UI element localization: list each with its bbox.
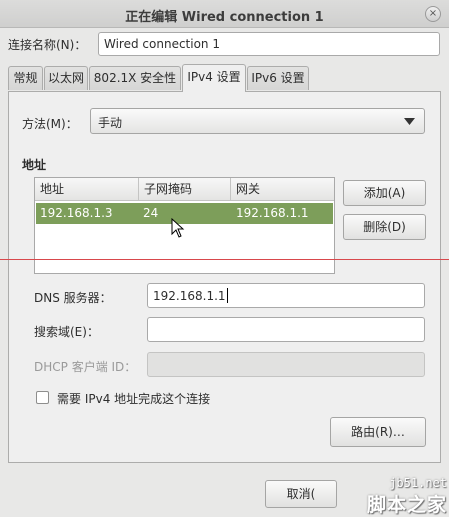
triangle-down-icon <box>404 118 415 125</box>
cell-netmask: 24 <box>143 206 159 220</box>
mouse-pointer-icon <box>171 218 185 238</box>
column-header-gateway[interactable]: 网关 <box>231 178 334 201</box>
dhcp-client-id-input <box>147 352 425 377</box>
cell-gateway: 192.168.1.1 <box>236 206 309 220</box>
tab-general[interactable]: 常规 <box>8 66 43 90</box>
ipv4-settings-panel <box>8 91 441 463</box>
tab-8021x-security[interactable]: 802.1X 安全性 <box>89 66 181 90</box>
tab-ipv4-settings[interactable]: IPv4 设置 <box>182 64 246 92</box>
tab-ethernet[interactable]: 以太网 <box>44 66 88 90</box>
cancel-button[interactable]: 取消( <box>265 480 337 508</box>
method-combo[interactable]: 手动 <box>90 108 425 134</box>
connection-name-value: Wired connection 1 <box>104 37 220 51</box>
title-bar: 正在编辑 Wired connection 1 × <box>0 0 449 28</box>
watermark-brand: 脚本之家 <box>366 494 447 516</box>
require-ipv4-checkbox[interactable] <box>36 391 49 404</box>
dhcp-client-id-label: DHCP 客户端 ID： <box>34 360 137 374</box>
dns-input[interactable]: 192.168.1.1 <box>147 283 425 308</box>
require-ipv4-label[interactable]: 需要 IPv4 地址完成这个连接 <box>57 390 210 407</box>
window-title: 正在编辑 Wired connection 1 <box>125 10 324 25</box>
cell-address: 192.168.1.3 <box>40 206 113 220</box>
method-label: 方法(M)： <box>22 117 78 131</box>
watermark: jb51.net 脚本之家 <box>367 476 447 517</box>
dns-value: 192.168.1.1 <box>153 288 226 303</box>
search-domain-label: 搜索域(E)： <box>34 325 99 339</box>
routes-button[interactable]: 路由(R)… <box>330 417 426 447</box>
dns-label: DNS 服务器： <box>34 291 112 305</box>
connection-name-input[interactable]: Wired connection 1 <box>98 32 440 56</box>
column-header-netmask[interactable]: 子网掩码 <box>139 178 231 201</box>
tab-ipv6-settings[interactable]: IPv6 设置 <box>247 66 309 90</box>
address-section-label: 地址 <box>22 158 47 172</box>
connection-name-label: 连接名称(N)： <box>8 38 87 52</box>
close-icon[interactable]: × <box>425 6 441 22</box>
text-caret <box>226 288 228 303</box>
watermark-url: jb51.net <box>389 476 447 490</box>
marker-line <box>0 259 449 260</box>
column-header-address[interactable]: 地址 <box>35 178 139 201</box>
delete-button[interactable]: 删除(D) <box>343 214 426 240</box>
search-domain-input[interactable] <box>147 317 425 342</box>
method-value: 手动 <box>98 116 123 130</box>
add-button[interactable]: 添加(A) <box>343 180 426 206</box>
